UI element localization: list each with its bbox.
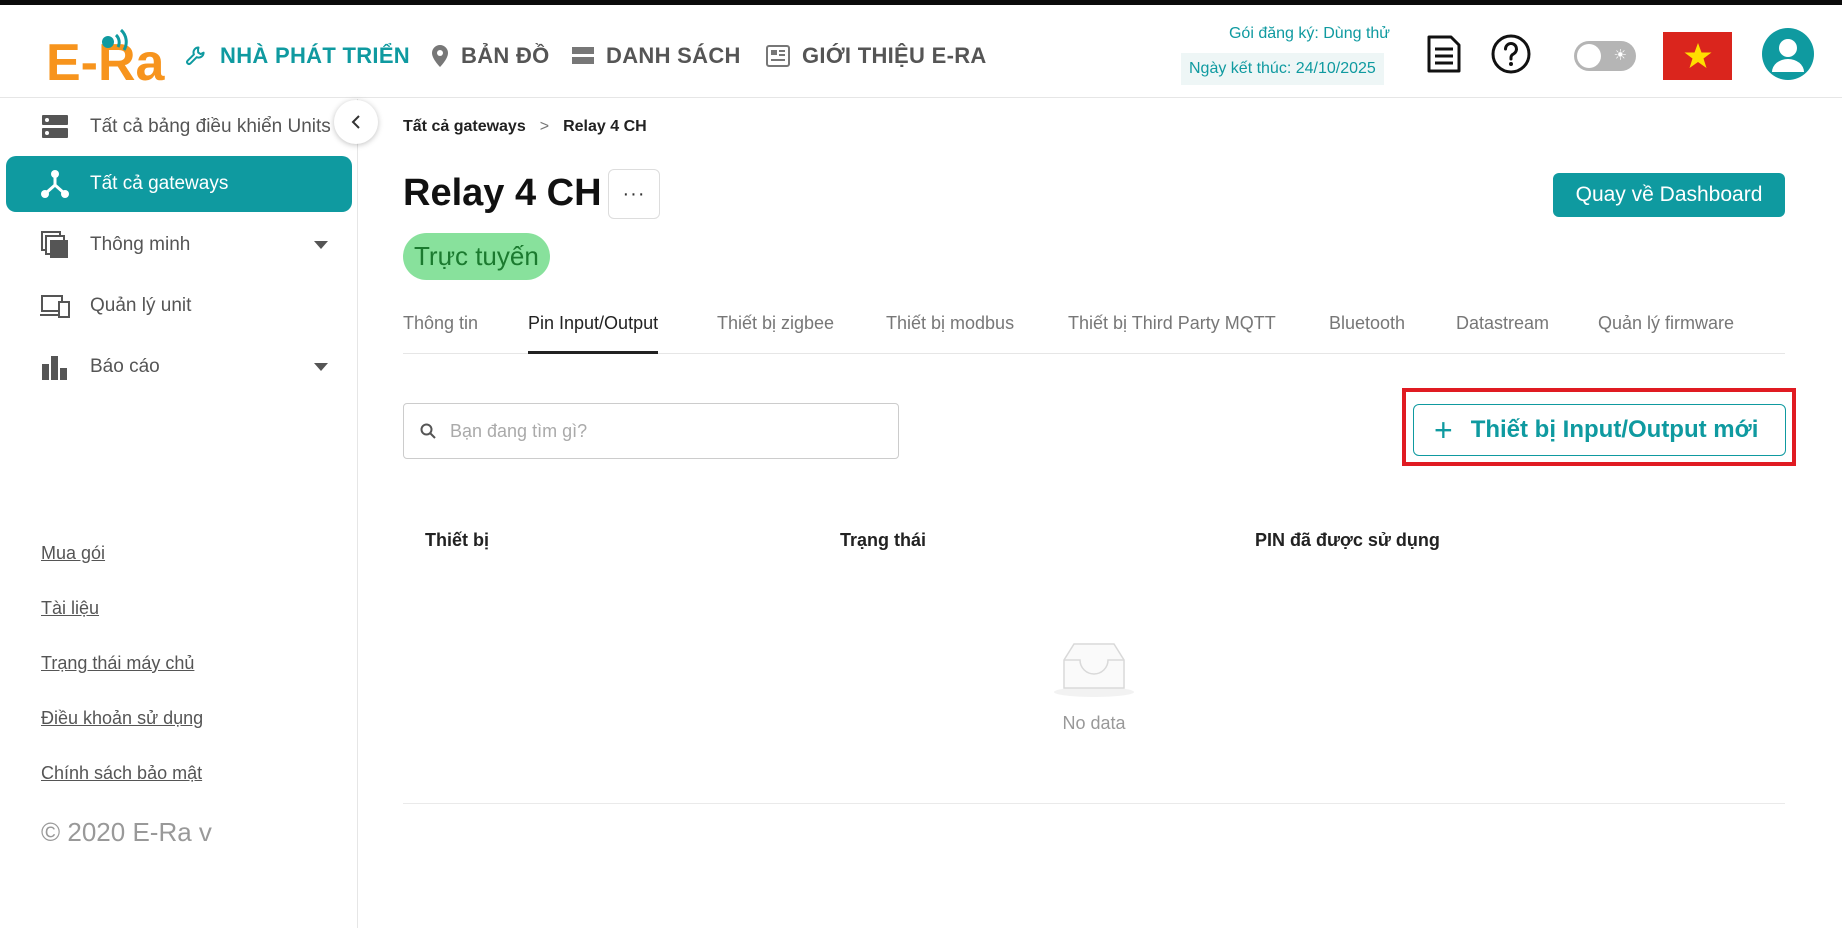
- sidebar-item-label: Báo cáo: [90, 356, 160, 377]
- empty-state-text: No data: [1062, 713, 1126, 733]
- empty-inbox-icon: [1050, 640, 1138, 698]
- add-io-device-button[interactable]: + Thiết bị Input/Output mới: [1413, 404, 1786, 456]
- nav-about[interactable]: GIỚI THIỆU E-RA: [766, 39, 987, 73]
- chevron-down-icon: [314, 241, 328, 249]
- nav-list[interactable]: DANH SÁCH: [572, 39, 741, 73]
- breadcrumb-current: Relay 4 CH: [563, 118, 647, 135]
- breadcrumb: Tất cả gateways > Relay 4 CH: [403, 118, 647, 136]
- sidebar-item-unit-management[interactable]: Quản lý unit: [6, 278, 352, 334]
- list-icon: [572, 47, 594, 64]
- tab-zigbee-devices[interactable]: Thiết bị zigbee: [717, 313, 834, 354]
- subscription-end-date: Ngày kết thúc: 24/10/2025: [1181, 53, 1384, 85]
- nav-developer[interactable]: NHÀ PHÁT TRIỂN: [184, 39, 410, 73]
- tab-datastream[interactable]: Datastream: [1456, 313, 1549, 354]
- column-header-device: Thiết bị: [425, 530, 489, 550]
- sun-icon: ☀: [1613, 47, 1627, 64]
- add-io-device-label: Thiết bị Input/Output mới: [1470, 416, 1759, 443]
- nav-map[interactable]: BẢN ĐỒ: [431, 39, 550, 73]
- tab-modbus-devices[interactable]: Thiết bị modbus: [886, 313, 1014, 354]
- search-box: [403, 403, 899, 459]
- era-logo[interactable]: E-Ra: [46, 25, 166, 92]
- devices-icon: [40, 291, 70, 321]
- theme-toggle[interactable]: ☀: [1574, 41, 1636, 71]
- gateway-icon: [40, 169, 70, 199]
- server-icon: [40, 112, 70, 142]
- document-icon[interactable]: [1423, 33, 1465, 75]
- sidebar-item-label: Tất cả gateways: [90, 173, 229, 194]
- chevron-down-icon: [314, 363, 328, 371]
- wrench-icon: [186, 46, 205, 65]
- copyright: © 2020 E-Ra v: [41, 817, 212, 847]
- tab-bar: Thông tin Pin Input/Output Thiết bị zigb…: [403, 305, 1785, 354]
- bar-chart-icon: [40, 352, 70, 382]
- more-options-button[interactable]: ···: [608, 169, 660, 219]
- tab-pin-input-output[interactable]: Pin Input/Output: [528, 313, 659, 354]
- sidebar-item-label: Quản lý unit: [90, 295, 192, 316]
- newspaper-icon: [766, 45, 790, 67]
- map-pin-icon: [432, 45, 448, 67]
- vietnam-flag-icon[interactable]: [1663, 32, 1732, 80]
- search-input[interactable]: [450, 420, 850, 442]
- nav-map-label: BẢN ĐỒ: [461, 43, 550, 68]
- status-badge: Trực tuyến: [403, 233, 550, 280]
- back-to-dashboard-button[interactable]: Quay về Dashboard: [1553, 173, 1785, 217]
- search-icon: [420, 423, 436, 439]
- link-terms[interactable]: Điều khoản sử dụng: [41, 708, 203, 729]
- user-avatar-icon[interactable]: [1762, 28, 1814, 80]
- subscription-plan: Gói đăng ký: Dùng thử: [1228, 25, 1390, 42]
- plus-icon: +: [1434, 412, 1453, 448]
- page-title: Relay 4 CH: [403, 172, 602, 214]
- sidebar-item-label: Thông minh: [90, 234, 191, 255]
- layers-icon: [40, 230, 70, 260]
- sidebar-item-reports[interactable]: Báo cáo: [6, 339, 352, 395]
- top-header: E-Ra NHÀ PHÁT TRIỂN BẢN ĐỒ DANH SÁCH GIỚ…: [0, 5, 1842, 98]
- nav-about-label: GIỚI THIỆU E-RA: [802, 43, 987, 68]
- sidebar-item-smart[interactable]: Thông minh: [6, 217, 352, 273]
- link-server-status[interactable]: Trạng thái máy chủ: [41, 653, 194, 674]
- tab-third-party-mqtt[interactable]: Thiết bị Third Party MQTT: [1068, 313, 1276, 354]
- nav-list-label: DANH SÁCH: [606, 43, 741, 68]
- breadcrumb-root[interactable]: Tất cả gateways: [403, 118, 526, 136]
- link-privacy-policy[interactable]: Chính sách bảo mật: [41, 763, 202, 784]
- sidebar-item-label: Tất cả bảng điều khiển Units: [90, 116, 331, 137]
- sidebar-item-gateways[interactable]: Tất cả gateways: [6, 156, 352, 212]
- column-header-status: Trạng thái: [840, 530, 927, 550]
- link-documents[interactable]: Tài liệu: [41, 598, 99, 619]
- chevron-left-icon: [351, 115, 360, 129]
- sidebar-item-units[interactable]: Tất cả bảng điều khiển Units: [6, 99, 352, 155]
- sidebar: Tất cả bảng điều khiển Units Tất cả gate…: [0, 99, 358, 928]
- help-icon[interactable]: [1490, 33, 1532, 75]
- tab-bluetooth[interactable]: Bluetooth: [1329, 313, 1405, 354]
- link-buy-plan[interactable]: Mua gói: [41, 543, 105, 564]
- tab-firmware-management[interactable]: Quản lý firmware: [1598, 313, 1734, 354]
- breadcrumb-separator: >: [539, 118, 550, 135]
- table-divider: [403, 803, 1785, 804]
- collapse-sidebar-button[interactable]: [334, 100, 378, 144]
- column-header-pins-used: PIN đã được sử dụng: [1255, 530, 1440, 550]
- nav-developer-label: NHÀ PHÁT TRIỂN: [220, 43, 410, 68]
- tab-info[interactable]: Thông tin: [403, 313, 478, 354]
- toggle-knob: [1577, 44, 1601, 68]
